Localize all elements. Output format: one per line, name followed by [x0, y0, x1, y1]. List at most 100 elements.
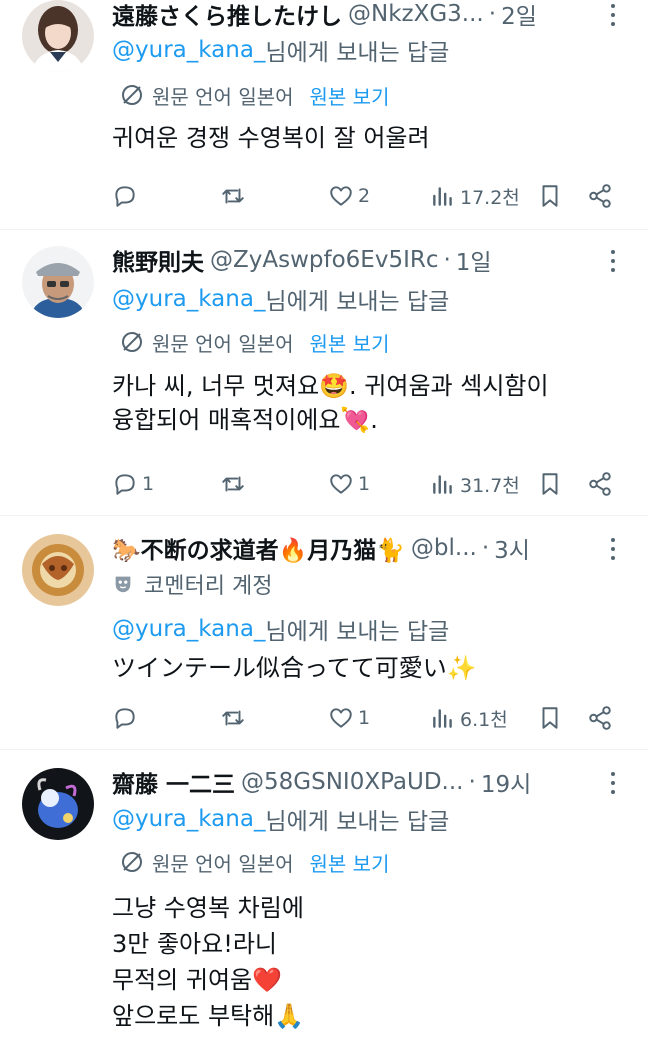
- translate-icon: [122, 852, 142, 872]
- heart-icon: [330, 474, 352, 494]
- bookmark-button[interactable]: [537, 700, 563, 736]
- like-button[interactable]: 1: [328, 466, 370, 502]
- display-name[interactable]: 齋藤 一二三: [112, 765, 235, 799]
- retweet-icon: [222, 710, 244, 726]
- commentary-account-label: 코멘터리 계정: [112, 567, 272, 601]
- views-button[interactable]: 31.7천: [430, 466, 520, 502]
- user-handle[interactable]: @bl...: [411, 535, 477, 561]
- tweet-text-line: 귀여운 경쟁 수영복이 잘 어울려: [112, 124, 430, 152]
- mention-link[interactable]: @yura_kana_: [112, 37, 265, 63]
- reply-tweet[interactable]: 🐎不断の求道者🔥月乃猫🐈 @bl... · 3시 코멘터리 계정 @yura_k…: [0, 516, 648, 750]
- reply-tweet[interactable]: 熊野則夫 @ZyAswpfo6Ev5IRc · 1일 @yura_kana_ 님…: [0, 230, 648, 516]
- reply-to-label: 님에게 보내는 답글: [265, 40, 450, 66]
- mask-icon: [115, 576, 131, 593]
- more-icon[interactable]: [608, 246, 618, 276]
- bookmark-icon: [542, 707, 558, 729]
- timestamp[interactable]: 2일: [501, 0, 537, 31]
- reply-to-label: 님에게 보내는 답글: [265, 809, 450, 835]
- separator-dot: ·: [481, 535, 490, 561]
- tweet-text-line: 무적의 귀여움❤️: [112, 966, 282, 994]
- action-bar: 2 17.2천: [0, 178, 648, 214]
- bookmark-icon: [542, 185, 558, 207]
- avatar[interactable]: [22, 534, 94, 606]
- like-count: 1: [358, 707, 371, 729]
- reply-count: 1: [142, 473, 155, 495]
- like-button[interactable]: 2: [328, 178, 370, 214]
- avatar[interactable]: [22, 246, 94, 318]
- views-button[interactable]: 17.2천: [430, 178, 520, 214]
- tweet-text-line: 3만 좋아요!라니: [112, 930, 277, 958]
- action-bar: 1 6.1천: [0, 700, 648, 736]
- retweet-button[interactable]: [220, 466, 250, 502]
- display-name[interactable]: 🐎不断の求道者🔥月乃猫🐈: [112, 531, 405, 565]
- tweet-text-line: 앞으로도 부탁해🙏: [112, 1002, 305, 1030]
- like-count: 2: [358, 185, 371, 207]
- reply-icon: [115, 186, 135, 207]
- reply-button[interactable]: 1: [112, 466, 154, 502]
- share-button[interactable]: [587, 700, 613, 736]
- share-icon: [589, 184, 611, 208]
- views-button[interactable]: 6.1천: [430, 700, 508, 736]
- display-name[interactable]: 遠藤さくら推したけし: [112, 0, 342, 31]
- views-icon: [433, 187, 452, 206]
- more-icon[interactable]: [608, 534, 618, 564]
- reply-tweet[interactable]: 齋藤 一二三 @58GSNI0XPaUD... · 19시 @yura_kana…: [0, 750, 648, 1056]
- mention-link[interactable]: @yura_kana_: [112, 286, 265, 312]
- show-original-link[interactable]: 원본 보기: [310, 848, 390, 877]
- more-icon[interactable]: [608, 0, 618, 30]
- translate-icon: [122, 85, 142, 105]
- show-original-link[interactable]: 원본 보기: [310, 328, 390, 357]
- share-button[interactable]: [587, 466, 613, 502]
- like-button[interactable]: 1: [328, 700, 370, 736]
- translation-notice: 원문 언어 일본어 원본 보기: [120, 846, 389, 878]
- user-handle[interactable]: @58GSNI0XPaUD...: [241, 769, 463, 795]
- timestamp[interactable]: 19시: [481, 765, 531, 799]
- view-count: 31.7천: [460, 474, 520, 497]
- mention-link[interactable]: @yura_kana_: [112, 806, 265, 832]
- tweet-text-line: 그냥 수영복 차림에: [112, 894, 304, 922]
- retweet-icon: [222, 476, 244, 492]
- bookmark-button[interactable]: [537, 466, 563, 502]
- replying-to: @yura_kana_ 님에게 보내는 답글: [112, 612, 449, 646]
- display-name[interactable]: 熊野則夫: [112, 243, 204, 277]
- reply-icon: [115, 708, 135, 729]
- view-count: 6.1천: [460, 708, 508, 731]
- reply-icon: [115, 474, 135, 495]
- more-icon[interactable]: [608, 768, 618, 798]
- translation-label: 원문 언어 일본어: [152, 331, 294, 356]
- show-original-link[interactable]: 원본 보기: [310, 81, 390, 110]
- tweet-text: ツインテール似合ってて可愛い✨: [112, 651, 624, 685]
- replying-to: @yura_kana_ 님에게 보내는 답글: [112, 33, 449, 67]
- reply-to-label: 님에게 보내는 답글: [265, 619, 450, 645]
- translation-label: 원문 언어 일본어: [152, 84, 294, 109]
- retweet-button[interactable]: [220, 700, 250, 736]
- translation-notice: 원문 언어 일본어 원본 보기: [120, 79, 389, 111]
- tweet-text-line: 카나 씨, 너무 멋져요🤩. 귀여움과 섹시함이: [112, 372, 549, 400]
- retweet-button[interactable]: [220, 178, 250, 214]
- share-button[interactable]: [587, 178, 613, 214]
- user-handle[interactable]: @ZyAswpfo6Ev5IRc: [210, 247, 438, 273]
- views-icon: [433, 709, 452, 728]
- share-icon: [589, 706, 611, 730]
- tweet-text-line: 융합되어 매혹적이에요💘.: [112, 406, 378, 434]
- translate-icon: [122, 332, 142, 352]
- separator-dot: ·: [488, 1, 497, 27]
- bookmark-button[interactable]: [537, 178, 563, 214]
- tweet-text: 카나 씨, 너무 멋져요🤩. 귀여움과 섹시함이 융합되어 매혹적이에요💘.: [112, 369, 624, 437]
- community-label: 코멘터리 계정: [144, 574, 273, 599]
- reply-button[interactable]: [112, 700, 142, 736]
- timestamp[interactable]: 3시: [494, 531, 530, 565]
- mention-link[interactable]: @yura_kana_: [112, 616, 265, 642]
- tweet-text: 그냥 수영복 차림에 3만 좋아요!라니 무적의 귀여움❤️ 앞으로도 부탁해🙏: [112, 890, 624, 1034]
- reply-button[interactable]: [112, 178, 142, 214]
- view-count: 17.2천: [460, 186, 520, 209]
- tweet-text-line: ツインテール似合ってて可愛い✨: [112, 654, 477, 682]
- replying-to: @yura_kana_ 님에게 보내는 답글: [112, 282, 449, 316]
- avatar[interactable]: [22, 0, 94, 72]
- avatar[interactable]: [22, 768, 94, 840]
- views-icon: [433, 475, 452, 494]
- timestamp[interactable]: 1일: [456, 243, 492, 277]
- reply-tweet[interactable]: 遠藤さくら推したけし @NkzXG3... · 2일 @yura_kana_ 님…: [0, 0, 648, 230]
- user-handle[interactable]: @NkzXG3...: [348, 1, 484, 27]
- tweet-text: 귀여운 경쟁 수영복이 잘 어울려: [112, 121, 624, 155]
